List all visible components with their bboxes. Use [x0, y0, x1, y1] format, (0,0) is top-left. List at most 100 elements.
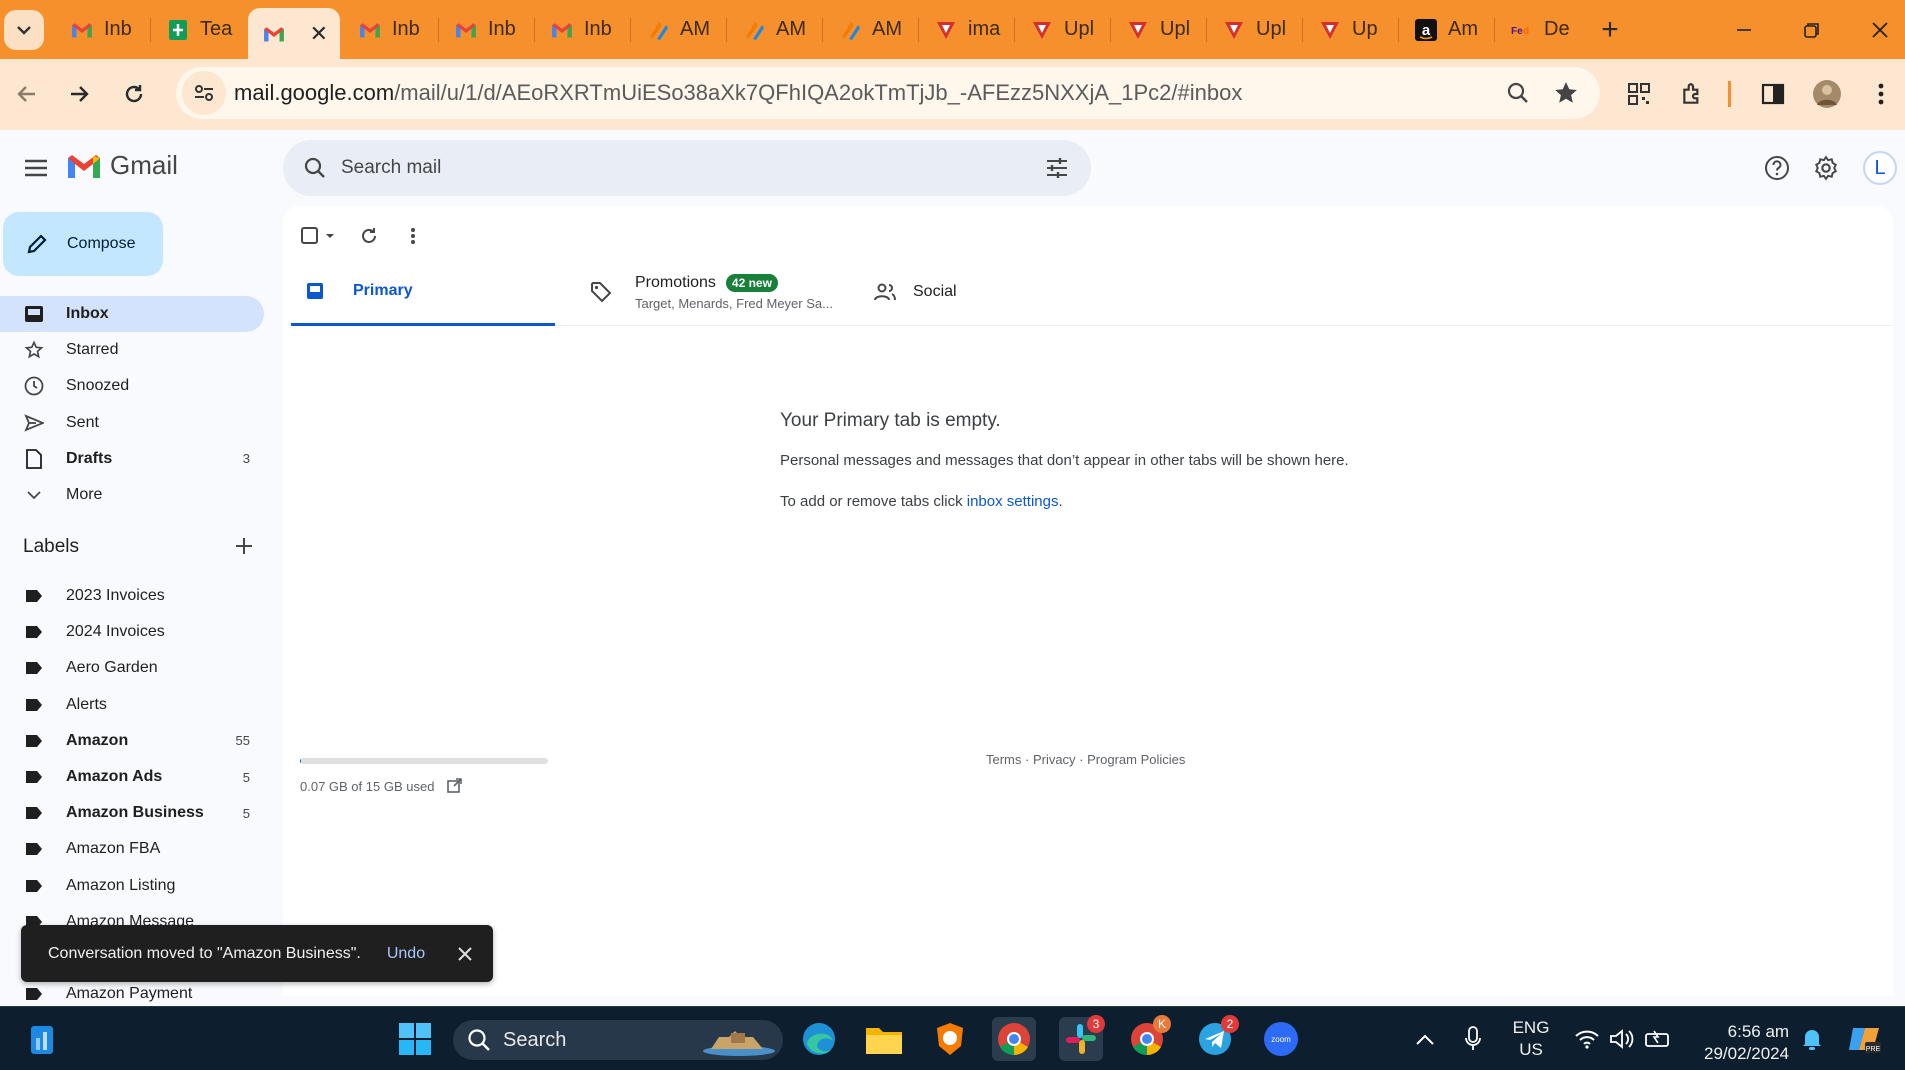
- extensions-icon[interactable]: [1676, 77, 1710, 111]
- sidebar-item-label: Snoozed: [66, 377, 130, 395]
- label-item[interactable]: Amazon Business 5: [0, 795, 264, 831]
- tab-search-button[interactable]: [4, 10, 44, 50]
- bookmark-star-icon[interactable]: [1550, 77, 1582, 109]
- browser-tab[interactable]: AM: [632, 8, 724, 51]
- help-icon[interactable]: [1757, 148, 1797, 188]
- close-icon: [1872, 22, 1888, 38]
- empty-hint-suffix: .: [1058, 493, 1063, 510]
- more-actions-button[interactable]: [395, 218, 431, 254]
- browser-tab[interactable]: Fe d De: [1496, 8, 1588, 51]
- label-item[interactable]: Aero Garden: [0, 650, 264, 686]
- browser-tab-label: Tea: [200, 18, 233, 40]
- snackbar-close-icon[interactable]: [453, 942, 477, 966]
- tab-separator: [534, 18, 535, 42]
- gmail-logo[interactable]: Gmail: [66, 150, 178, 181]
- label-item[interactable]: Amazon 55: [0, 723, 264, 759]
- close-tab-icon[interactable]: ✕: [310, 21, 328, 47]
- label-item[interactable]: Amazon FBA: [0, 831, 264, 867]
- browser-tab[interactable]: Upl: [1016, 8, 1108, 51]
- notification-bell-icon[interactable]: [1790, 1017, 1834, 1061]
- open-external-icon[interactable]: [444, 776, 464, 796]
- tab-primary[interactable]: Primary: [291, 258, 555, 326]
- settings-gear-icon[interactable]: [1806, 148, 1846, 188]
- new-count-badge: 42 new: [725, 273, 778, 292]
- start-button[interactable]: [393, 1017, 437, 1061]
- copilot-icon[interactable]: PRE: [1843, 1017, 1887, 1061]
- browser-tab[interactable]: ima: [920, 8, 1012, 51]
- browser-tab[interactable]: AM: [728, 8, 820, 51]
- sidebar-item-more[interactable]: More: [0, 477, 264, 513]
- chrome-profile-icon[interactable]: K: [1125, 1015, 1171, 1061]
- main-menu-button[interactable]: [16, 148, 56, 188]
- profile-avatar[interactable]: [1810, 77, 1844, 111]
- browser-menu-icon[interactable]: [1864, 77, 1898, 111]
- footer-links[interactable]: Terms · Privacy · Program Policies: [986, 752, 1185, 767]
- label-tag-icon: [22, 620, 46, 644]
- system-clock[interactable]: 6:56 am 29/02/2024: [1704, 1021, 1789, 1065]
- sidebar-item-inbox[interactable]: Inbox: [0, 296, 264, 332]
- zoom-app-icon[interactable]: zoom: [1259, 1017, 1303, 1061]
- account-avatar[interactable]: L: [1860, 148, 1900, 188]
- minimize-button[interactable]: [1724, 12, 1764, 48]
- create-label-button[interactable]: [230, 532, 258, 560]
- label-item[interactable]: Amazon Ads 5: [0, 759, 264, 795]
- telegram-icon[interactable]: 2: [1193, 1015, 1239, 1061]
- refresh-button[interactable]: [351, 218, 387, 254]
- site-info-icon[interactable]: [182, 71, 226, 115]
- sidebar-item-starred[interactable]: Starred: [0, 332, 264, 368]
- browser-tab[interactable]: a Am: [1400, 8, 1492, 51]
- browser-tab[interactable]: Upl: [1208, 8, 1300, 51]
- sidebar-item-snoozed[interactable]: Snoozed: [0, 368, 264, 404]
- language-indicator[interactable]: ENG US: [1498, 1017, 1564, 1061]
- browser-tab[interactable]: Tea: [152, 8, 244, 51]
- chrome-icon[interactable]: [992, 1017, 1036, 1061]
- tab-social[interactable]: Social: [861, 258, 1125, 326]
- browser-tab[interactable]: Inb: [56, 8, 148, 51]
- widgets-icon[interactable]: [20, 1017, 64, 1061]
- search-options-icon[interactable]: [1039, 150, 1075, 186]
- gmail-m-icon: [68, 154, 100, 178]
- inbox-settings-link[interactable]: inbox settings: [967, 493, 1059, 510]
- sidebar-item-sent[interactable]: Sent: [0, 405, 264, 441]
- back-button[interactable]: [6, 73, 48, 115]
- reload-button[interactable]: [113, 73, 155, 115]
- label-name: Alerts: [66, 695, 107, 713]
- battery-icon[interactable]: [1636, 1017, 1680, 1061]
- select-all-checkbox[interactable]: [297, 218, 343, 254]
- label-item[interactable]: Alerts: [0, 687, 264, 723]
- edge-icon[interactable]: [797, 1017, 841, 1061]
- address-bar[interactable]: mail.google.com/mail/u/1/d/AEoRXRTmUiESo…: [176, 67, 1600, 119]
- browser-tab-label: Inb: [392, 18, 420, 40]
- restore-button[interactable]: [1792, 12, 1832, 48]
- label-item[interactable]: Amazon Listing: [0, 868, 264, 904]
- browser-tab-label: Upl: [1256, 18, 1287, 40]
- browser-tab[interactable]: ✕: [248, 8, 340, 59]
- browser-tab[interactable]: AM: [824, 8, 916, 51]
- taskbar-search[interactable]: Search: [453, 1020, 783, 1060]
- side-panel-icon[interactable]: [1756, 77, 1790, 111]
- red-shield-icon: [1222, 18, 1246, 42]
- compose-button[interactable]: Compose: [3, 212, 163, 276]
- brave-icon[interactable]: [928, 1017, 972, 1061]
- forward-button[interactable]: [58, 73, 100, 115]
- tray-chevron-up-icon[interactable]: [1403, 1017, 1447, 1061]
- tab-promotions[interactable]: Promotions 42 new Target, Menards, Fred …: [577, 258, 841, 326]
- browser-tab[interactable]: Inb: [536, 8, 628, 51]
- undo-button[interactable]: Undo: [387, 945, 425, 963]
- browser-tab[interactable]: Inb: [344, 8, 436, 51]
- microphone-icon[interactable]: [1451, 1017, 1495, 1061]
- sidebar-item-drafts[interactable]: Drafts 3: [0, 441, 264, 477]
- search-icon[interactable]: [295, 148, 335, 188]
- close-window-button[interactable]: [1860, 12, 1900, 48]
- browser-tab[interactable]: Upl: [1112, 8, 1204, 51]
- label-item[interactable]: 2024 Invoices: [0, 614, 264, 650]
- qr-code-icon[interactable]: [1622, 77, 1656, 111]
- zoom-icon[interactable]: [1502, 77, 1534, 109]
- label-item[interactable]: 2023 Invoices: [0, 578, 264, 614]
- new-tab-button[interactable]: +: [1592, 12, 1628, 48]
- search-input[interactable]: Search mail: [283, 140, 1091, 196]
- browser-tab[interactable]: Up: [1304, 8, 1396, 51]
- slack-icon[interactable]: 3: [1059, 1015, 1105, 1061]
- file-explorer-icon[interactable]: [862, 1017, 906, 1061]
- browser-tab[interactable]: Inb: [440, 8, 532, 51]
